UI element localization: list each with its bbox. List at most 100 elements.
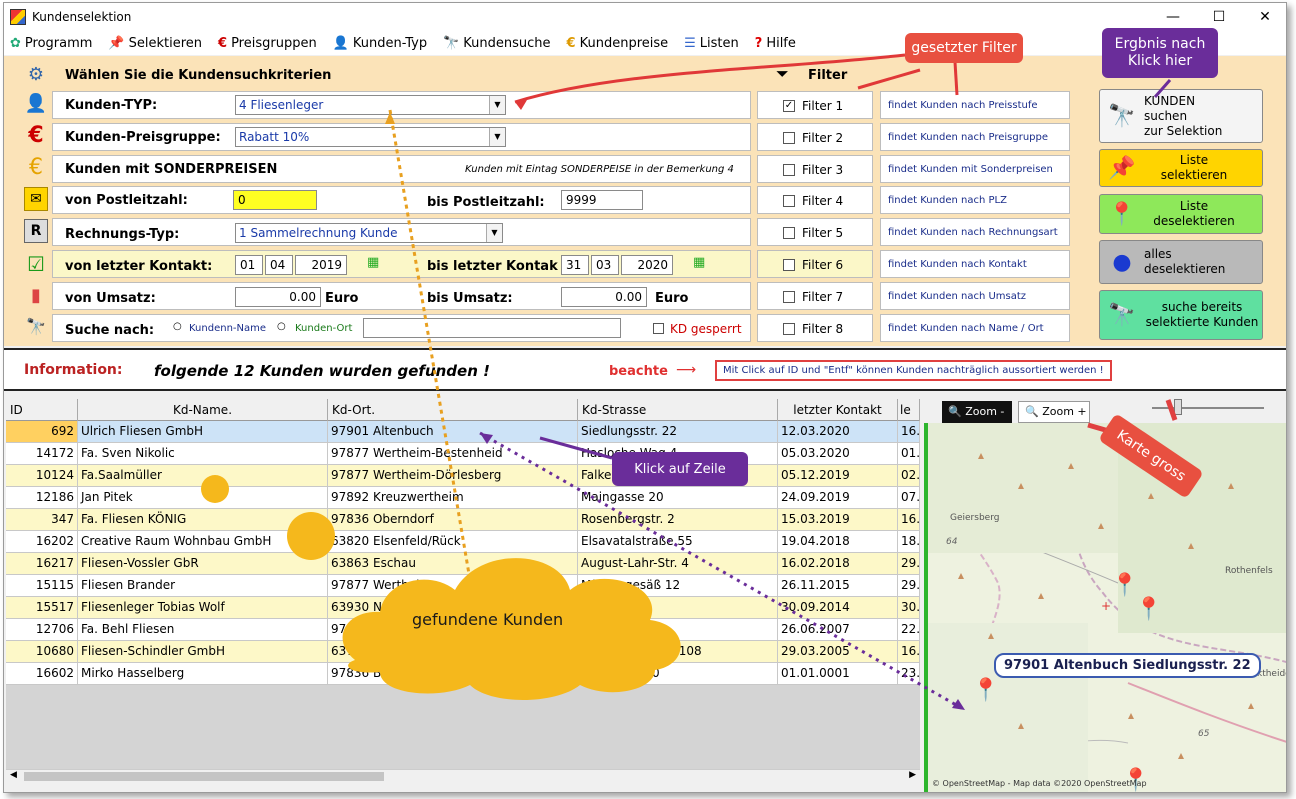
filter-6[interactable]: Filter 6 — [757, 250, 873, 278]
zoom-minus-button[interactable]: 🔍 Zoom - — [942, 401, 1012, 423]
table-row[interactable]: 12186 Jan Pitek 97892 Kreuzwertheim Maingas… — [6, 487, 920, 509]
header-le[interactable]: le — [898, 399, 920, 421]
menu-label: Kundensuche — [463, 35, 551, 51]
zoom-slider-track[interactable] — [1152, 407, 1264, 409]
menu-programm[interactable]: ✿ Programm — [10, 36, 92, 51]
plz-from-input[interactable]: 0 — [233, 190, 317, 210]
map-view[interactable]: Geiersberg Rothenfels Marktheide 64 65 📍… — [924, 423, 1286, 792]
radio-kundenort[interactable]: ○ — [277, 321, 286, 332]
menu-selektieren[interactable]: 📌 Selektieren — [108, 36, 202, 51]
filter-3[interactable]: Filter 3 — [757, 155, 873, 183]
kontakt-to-day[interactable]: 31 — [561, 255, 589, 275]
filter-checkbox[interactable]: ✓ — [783, 100, 795, 112]
menu-preisgruppen[interactable]: € Preisgruppen — [218, 36, 317, 51]
suche-selektierte-button[interactable]: 🔭 suche bereits selektierte Kunden — [1099, 290, 1263, 340]
cell-id[interactable]: 16602 — [6, 663, 78, 685]
horizontal-scrollbar[interactable]: ◀ ▶ — [6, 769, 920, 783]
filter-checkbox[interactable] — [783, 132, 795, 144]
menu-kunden-typ[interactable]: 👤 Kunden-Typ — [333, 36, 427, 51]
header-id[interactable]: ID — [6, 399, 78, 421]
rechnungstyp-combo[interactable]: 1 Sammelrechnung Kunde ▼ — [235, 223, 503, 243]
menu-hilfe[interactable]: ? Hilfe — [755, 36, 796, 51]
preisgruppe-combo[interactable]: Rabatt 10% ▼ — [235, 127, 506, 147]
liste-deselektieren-button[interactable]: 📍 Liste deselektieren — [1099, 194, 1263, 234]
filter-checkbox[interactable] — [783, 291, 795, 303]
scroll-thumb[interactable] — [24, 772, 384, 781]
table-row[interactable]: 14172 Fa. Sven Nikolic 97877 Wertheim-Best… — [6, 443, 920, 465]
kontakt-to-month[interactable]: 03 — [591, 255, 619, 275]
kontakt-to-year[interactable]: 2020 — [621, 255, 673, 275]
cell-le: 16. — [898, 421, 920, 443]
umsatz-from-input[interactable]: 0.00 — [235, 287, 321, 307]
scroll-right-icon[interactable]: ▶ — [909, 770, 916, 780]
cell-id[interactable]: 347 — [6, 509, 78, 531]
map-pin-icon[interactable]: 📍 — [1135, 597, 1162, 622]
filter-checkbox[interactable] — [783, 227, 795, 239]
kontakt-from-day[interactable]: 01 — [235, 255, 263, 275]
header-strasse[interactable]: Kd-Strasse — [578, 399, 778, 421]
zoom-plus-button[interactable]: 🔍 Zoom + — [1018, 401, 1090, 423]
menu-listen[interactable]: ☰ Listen — [684, 36, 739, 51]
cell-id[interactable]: 692 — [6, 421, 78, 443]
filter-1[interactable]: ✓ Filter 1 — [757, 91, 873, 119]
filter-checkbox[interactable] — [783, 195, 795, 207]
table-row[interactable]: 16202 Creative Raum Wohnbau GmbH 63820 Els… — [6, 531, 920, 553]
plz-to-input[interactable]: 9999 — [561, 190, 643, 210]
table-row[interactable]: 10680 Fliesen-Schindler GmbH 63741 Aschaff… — [6, 641, 920, 663]
euro-icon: € — [28, 122, 44, 148]
kontakt-from-month[interactable]: 04 — [265, 255, 293, 275]
dropdown-arrow-icon[interactable]: ▼ — [489, 96, 505, 114]
table-row[interactable]: 347 Fa. Fliesen KÖNIG 97836 Oberndorf Rosen… — [6, 509, 920, 531]
liste-selektieren-button[interactable]: 📌 Liste selektieren — [1099, 149, 1263, 187]
cell-id[interactable]: 16217 — [6, 553, 78, 575]
filter-checkbox[interactable] — [783, 323, 795, 335]
dropdown-arrow-icon[interactable]: ▼ — [486, 224, 502, 242]
calendar-icon[interactable]: ▦ — [367, 255, 379, 270]
menu-kundenpreise[interactable]: € Kundenpreise — [567, 36, 669, 51]
cell-id[interactable]: 15115 — [6, 575, 78, 597]
radio-kundenname[interactable]: ○ — [173, 321, 182, 332]
kunden-suchen-button[interactable]: 🔭 KUNDEN suchen zur Selektion — [1099, 89, 1263, 143]
table-row[interactable]: 16602 Mirko Hasselberg 97836 Bischbrunn Kän… — [6, 663, 920, 685]
alles-deselektieren-button[interactable]: ● alles deselektieren — [1099, 240, 1263, 284]
cell-id[interactable]: 12706 — [6, 619, 78, 641]
gesperrt-checkbox[interactable] — [653, 323, 664, 334]
cell-id[interactable]: 10680 — [6, 641, 78, 663]
filter-7[interactable]: Filter 7 — [757, 282, 873, 310]
scroll-left-icon[interactable]: ◀ — [10, 770, 17, 780]
header-ort[interactable]: Kd-Ort. — [328, 399, 578, 421]
table-row[interactable]: 10124 Fa.Saalmüller 97877 Wertheim-Dörlesb… — [6, 465, 920, 487]
close-button[interactable]: ✕ — [1242, 3, 1286, 31]
cell-id[interactable]: 12186 — [6, 487, 78, 509]
filter-checkbox[interactable] — [783, 259, 795, 271]
filter-5[interactable]: Filter 5 — [757, 218, 873, 246]
cell-id[interactable]: 14172 — [6, 443, 78, 465]
table-row[interactable]: 16217 Fliesen-Vossler GbR 63863 Eschau Augu… — [6, 553, 920, 575]
kontakt-from-year[interactable]: 2019 — [295, 255, 347, 275]
header-kontakt[interactable]: letzter Kontakt — [778, 399, 898, 421]
suche-input[interactable] — [363, 318, 621, 338]
calendar-icon[interactable]: ▦ — [693, 255, 705, 270]
filter-checkbox[interactable] — [783, 164, 795, 176]
kunden-typ-combo[interactable]: 4 Fliesenleger ▼ — [235, 95, 506, 115]
pin-icon: 📌 — [1108, 155, 1136, 181]
umsatz-to-input[interactable]: 0.00 — [561, 287, 647, 307]
cell-id[interactable]: 16202 — [6, 531, 78, 553]
button-label: alles deselektieren — [1144, 247, 1225, 277]
menu-kundensuche[interactable]: 🔭 Kundensuche — [443, 36, 550, 51]
button-line: alles — [1144, 247, 1172, 261]
table-row[interactable]: 15115 Fliesen Brander 97877 Wertheim Mühlen… — [6, 575, 920, 597]
cell-id[interactable]: 10124 — [6, 465, 78, 487]
zoom-slider-thumb[interactable] — [1174, 399, 1182, 415]
header-name[interactable]: Kd-Name. — [78, 399, 328, 421]
minimize-button[interactable]: — — [1150, 3, 1196, 31]
table-row[interactable]: 692 Ulrich Fliesen GmbH 97901 Altenbuch Sie… — [6, 421, 920, 443]
maximize-button[interactable]: ☐ — [1196, 3, 1242, 31]
filter-4[interactable]: Filter 4 — [757, 186, 873, 214]
cell-id[interactable]: 15517 — [6, 597, 78, 619]
filter-8[interactable]: Filter 8 — [757, 314, 873, 342]
filter-2[interactable]: Filter 2 — [757, 123, 873, 151]
map-pin-icon[interactable]: 📍 — [1111, 573, 1138, 598]
map-pin-icon[interactable]: 📍 — [972, 678, 999, 703]
dropdown-arrow-icon[interactable]: ▼ — [489, 128, 505, 146]
